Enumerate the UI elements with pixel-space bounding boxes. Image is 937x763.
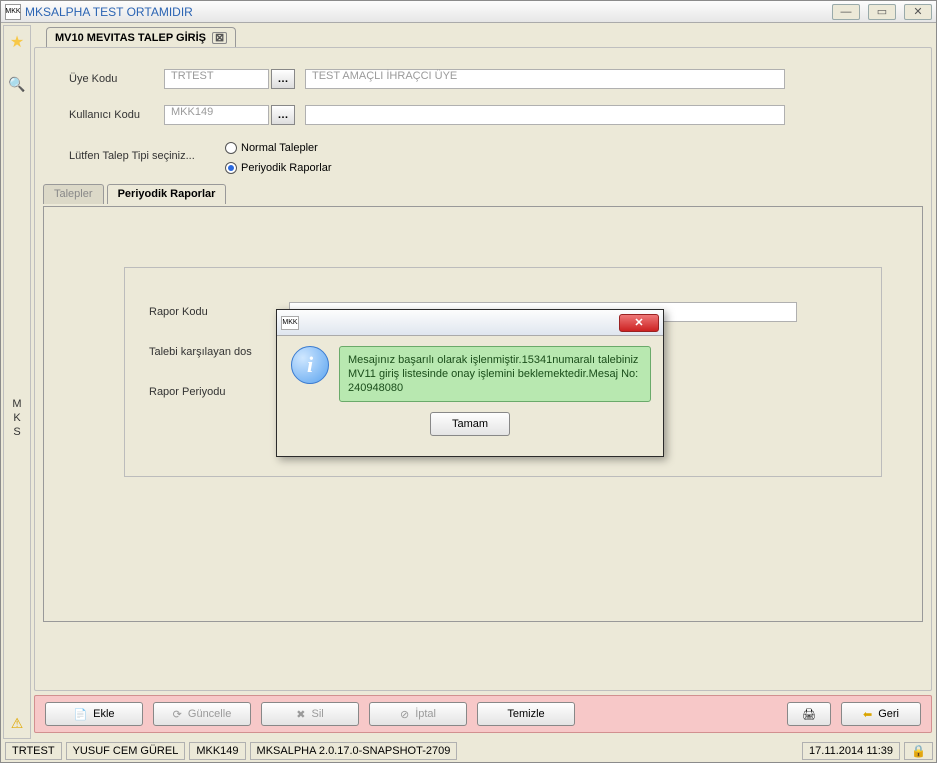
geri-button[interactable]: ⬅ Geri — [841, 702, 921, 726]
radio-normal-talepler[interactable] — [225, 142, 237, 154]
status-kullanici: MKK149 — [189, 742, 245, 760]
tab-header: MV10 MEVITAS TALEP GİRİŞ ⊠ — [34, 27, 934, 49]
temizle-button[interactable]: Temizle — [477, 702, 575, 726]
print-icon: 🖨 — [802, 708, 816, 721]
cancel-icon: ⊘ — [400, 708, 409, 721]
guncelle-label: Güncelle — [188, 708, 231, 720]
left-strip: ★ 🔍 MKS ⚠ — [3, 25, 31, 739]
dialog-ok-button[interactable]: Tamam — [430, 412, 510, 436]
talep-tipi-label: Lütfen Talep Tipi seçiniz... — [69, 138, 219, 162]
tab-close-icon[interactable]: ⊠ — [212, 32, 227, 44]
titlebar: MKK MKSALPHA TEST ORTAMIDIR — ▭ ✕ — [1, 1, 936, 23]
dialog-close-button[interactable]: ✕ — [619, 314, 659, 332]
bottom-toolbar: 📄 Ekle ⟳ Güncelle ✖ Sil ⊘ İptal Temizle … — [34, 695, 932, 733]
kullanici-kodu-input[interactable]: MKK149 — [164, 105, 269, 125]
kullanici-kodu-label: Kullanıcı Kodu — [69, 109, 164, 121]
app-window: MKK MKSALPHA TEST ORTAMIDIR — ▭ ✕ ★ 🔍 MK… — [0, 0, 937, 763]
refresh-icon: ⟳ — [173, 708, 182, 721]
talebi-label: Talebi karşılayan dos — [149, 346, 289, 358]
status-version: MKSALPHA 2.0.17.0-SNAPSHOT-2709 — [250, 742, 458, 760]
guncelle-button[interactable]: ⟳ Güncelle — [153, 702, 251, 726]
radio-normal-talepler-label: Normal Talepler — [241, 142, 318, 154]
favorite-icon[interactable]: ★ — [10, 32, 24, 52]
iptal-button[interactable]: ⊘ İptal — [369, 702, 467, 726]
uye-kodu-input[interactable]: TRTEST — [164, 69, 269, 89]
rapor-periyodu-label: Rapor Periyodu — [149, 386, 289, 398]
dialog-titlebar: MKK ✕ — [277, 310, 663, 336]
uye-kodu-lookup-button[interactable]: … — [271, 69, 295, 89]
print-button[interactable]: 🖨 — [787, 702, 831, 726]
kullanici-kodu-desc — [305, 105, 785, 125]
mks-label: MKS — [12, 397, 21, 439]
uye-kodu-desc: TEST AMAÇLI İHRAÇCI ÜYE — [305, 69, 785, 89]
tab-mv10[interactable]: MV10 MEVITAS TALEP GİRİŞ ⊠ — [46, 27, 236, 47]
back-icon: ⬅ — [863, 708, 872, 721]
status-uye: TRTEST — [5, 742, 62, 760]
uye-kodu-label: Üye Kodu — [69, 73, 164, 85]
tab-talepler[interactable]: Talepler — [43, 184, 104, 204]
add-icon: 📄 — [73, 708, 87, 721]
dialog-ok-label: Tamam — [452, 418, 488, 430]
window-title: MKSALPHA TEST ORTAMIDIR — [25, 5, 824, 19]
sil-label: Sil — [311, 708, 323, 720]
close-button[interactable]: ✕ — [904, 4, 932, 20]
warning-icon[interactable]: ⚠ — [11, 715, 24, 732]
kullanici-kodu-lookup-button[interactable]: … — [271, 105, 295, 125]
geri-label: Geri — [878, 708, 899, 720]
delete-icon: ✖ — [296, 708, 305, 721]
talep-tipi-group: Normal Talepler Periyodik Raporlar — [225, 138, 331, 178]
info-icon: i — [291, 346, 329, 384]
search-icon[interactable]: 🔍 — [8, 76, 25, 93]
tab-periyodik-raporlar[interactable]: Periyodik Raporlar — [107, 184, 227, 204]
status-bar: TRTEST YUSUF CEM GÜREL MKK149 MKSALPHA 2… — [3, 741, 935, 761]
temizle-label: Temizle — [507, 708, 544, 720]
maximize-button[interactable]: ▭ — [868, 4, 896, 20]
info-dialog: MKK ✕ i Mesajınız başarılı olarak işlenm… — [276, 309, 664, 457]
dialog-message: Mesajınız başarılı olarak işlenmiştir.15… — [339, 346, 651, 402]
sil-button[interactable]: ✖ Sil — [261, 702, 359, 726]
status-datetime: 17.11.2014 11:39 — [802, 742, 900, 760]
radio-periyodik-raporlar-label: Periyodik Raporlar — [241, 162, 331, 174]
minimize-button[interactable]: — — [832, 4, 860, 20]
radio-periyodik-raporlar[interactable] — [225, 162, 237, 174]
app-icon: MKK — [5, 4, 21, 20]
top-form: Üye Kodu TRTEST … TEST AMAÇLI İHRAÇCI ÜY… — [35, 48, 931, 172]
lock-icon[interactable]: 🔒 — [904, 742, 933, 760]
iptal-label: İptal — [415, 708, 436, 720]
ekle-label: Ekle — [93, 708, 114, 720]
tab-title: MV10 MEVITAS TALEP GİRİŞ — [55, 32, 206, 44]
dialog-icon: MKK — [281, 316, 299, 330]
ekle-button[interactable]: 📄 Ekle — [45, 702, 143, 726]
status-user: YUSUF CEM GÜREL — [66, 742, 186, 760]
rapor-kodu-label: Rapor Kodu — [149, 306, 289, 318]
